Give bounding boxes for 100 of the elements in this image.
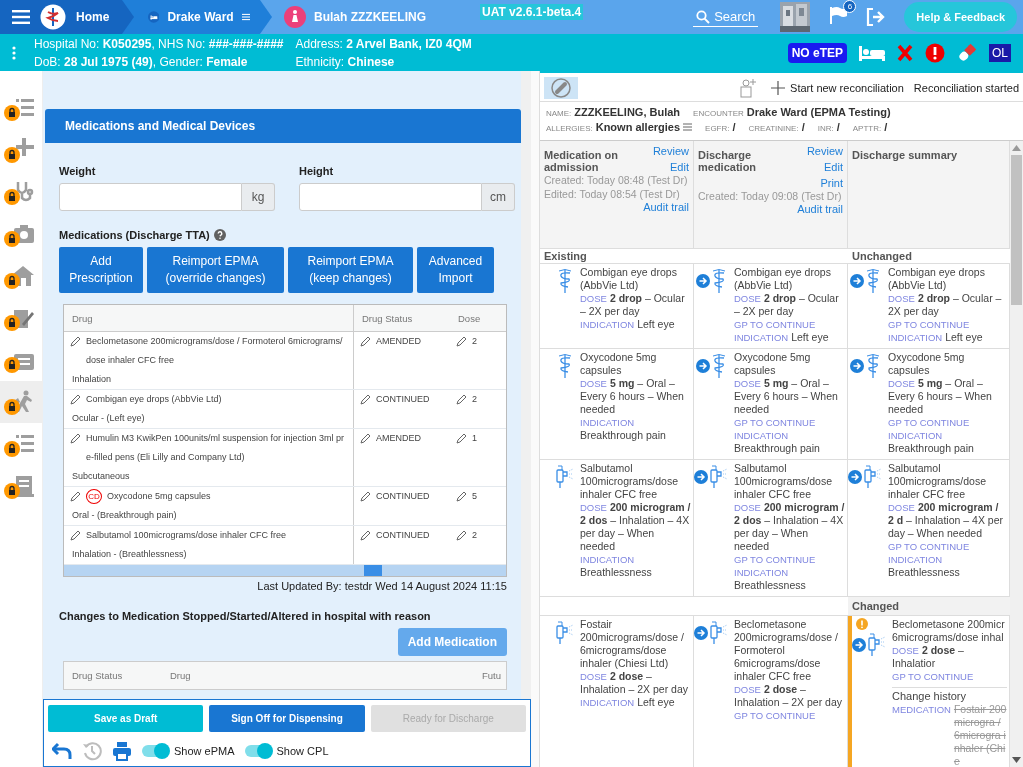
pill-icon[interactable] bbox=[957, 42, 977, 63]
caduceus-icon bbox=[556, 268, 574, 294]
medication-card[interactable]: Salbutamol 100micrograms/dose inhaler CFC free DOSE 200 microgram / 2 dos – Inhalation – 4X per day – When needed GP TO CONTINUE INDICATION Breathlessness bbox=[694, 460, 848, 597]
female-icon bbox=[284, 6, 306, 28]
medication-card[interactable]: Combigan eye drops (AbbVie Ltd) DOSE 2 drop – Ocular – 2X per day GP TO CONTINUE INDICATION Left eye bbox=[694, 264, 848, 349]
menu-icon[interactable] bbox=[12, 10, 30, 24]
medication-card[interactable]: Combigan eye drops (AbbVie Ltd) DOSE 2 drop – Ocular – 2X per day INDICATION Left eye bbox=[540, 264, 694, 349]
pencil-icon[interactable] bbox=[456, 433, 467, 444]
pencil-icon[interactable] bbox=[70, 530, 81, 541]
pencil-icon[interactable] bbox=[456, 336, 467, 347]
pencil-icon[interactable] bbox=[456, 530, 467, 541]
ol-badge[interactable]: OL bbox=[989, 43, 1011, 62]
panel-link[interactable]: Review bbox=[652, 145, 689, 157]
add-medication-button[interactable]: Add Medication bbox=[397, 628, 507, 656]
medication-detail: INDICATION Breakthrough pain bbox=[580, 416, 667, 442]
inhaler-icon bbox=[708, 620, 728, 646]
pencil-icon[interactable] bbox=[360, 530, 371, 541]
audit-info: Edited: Today 08:54 (Test Dr) bbox=[544, 188, 681, 201]
drug-route: Inhalation bbox=[71, 373, 113, 386]
drug-dose: 5 bbox=[472, 490, 477, 503]
caduceus-icon bbox=[556, 353, 574, 379]
medication-tab[interactable] bbox=[544, 77, 578, 99]
inhaler-icon bbox=[866, 632, 886, 658]
undo-icon[interactable] bbox=[52, 742, 72, 760]
input-field[interactable] bbox=[299, 183, 482, 211]
field-label: Weight bbox=[59, 165, 97, 177]
footer-button[interactable]: Sign Off for Dispensing bbox=[209, 705, 365, 732]
ward-breadcrumb[interactable]: Drake Ward bbox=[122, 0, 272, 34]
help-icon[interactable] bbox=[213, 229, 226, 241]
medication-detail: INDICATION Left eye bbox=[580, 696, 676, 709]
field-label: Height bbox=[299, 165, 335, 177]
scroll-down-icon[interactable] bbox=[1012, 757, 1021, 763]
pencil-icon[interactable] bbox=[456, 394, 467, 405]
panel-link[interactable]: Edit bbox=[670, 161, 689, 173]
medication-detail: GP TO CONTINUE bbox=[734, 416, 817, 429]
alert-icon[interactable] bbox=[925, 42, 945, 63]
audit-trail-link[interactable]: Audit trail bbox=[643, 201, 689, 213]
medication-card[interactable]: Oxycodone 5mg capsules DOSE 5 mg – Oral – Every 6 hours – When needed GP TO CONTINUE INDICATION Breakthrough pain bbox=[848, 349, 1010, 460]
field-label: APTTR: bbox=[852, 124, 882, 133]
etep-badge[interactable]: NO eTEP bbox=[787, 42, 847, 63]
lab-value: / bbox=[884, 121, 888, 133]
flag-icon[interactable] bbox=[828, 5, 849, 25]
pencil-icon[interactable] bbox=[70, 433, 81, 444]
medication-detail: GP TO CONTINUE bbox=[734, 318, 817, 331]
section-label: Medications (Discharge TTA) bbox=[59, 229, 210, 241]
input-field[interactable] bbox=[59, 183, 242, 211]
plus-icon bbox=[771, 81, 786, 95]
pencil-icon[interactable] bbox=[360, 433, 371, 444]
last-updated-text: Last Updated By: testdr Wed 14 August 2024 11:15 bbox=[256, 579, 508, 592]
medication-card[interactable]: Salbutamol 100micrograms/dose inhaler CFC free DOSE 200 microgram / 2 dos – Inhalation – 4X per day – When needed INDICATION Breathlessness bbox=[540, 460, 694, 597]
drug-dose: 1 bbox=[472, 432, 477, 445]
medication-card[interactable]: Beclometasone 200micr 6micrograms/dose inhal DOSE 2 dose – Inhalatior GP TO CONTINUE Change history MEDICATION Fostair 200microgra / 6microgra inhaler (Chie bbox=[848, 616, 1010, 767]
panel-title: Medication on admission bbox=[544, 149, 619, 173]
column-header: Drug bbox=[169, 670, 192, 681]
search-button[interactable]: Search bbox=[693, 7, 759, 27]
drug-status: AMENDED bbox=[376, 432, 421, 445]
scrollbar[interactable] bbox=[64, 565, 506, 576]
pencil-icon[interactable] bbox=[70, 336, 81, 347]
pencil-icon[interactable] bbox=[360, 336, 371, 347]
medication-name: Fostair 200micrograms/dose / 6micrograms/dose inhaler (Chiesi Ltd) bbox=[580, 618, 685, 670]
pencil-icon[interactable] bbox=[360, 491, 371, 502]
action-button[interactable]: Reimport EPMA (keep changes) bbox=[288, 247, 413, 293]
medication-detail: DOSE 2 dose – Inhalation – 2X per day bbox=[580, 670, 689, 696]
toggle-switch[interactable] bbox=[244, 745, 271, 757]
panel-link[interactable]: Edit bbox=[824, 161, 843, 173]
audit-trail-link[interactable]: Audit trail bbox=[797, 203, 843, 215]
toggle-switch[interactable] bbox=[142, 745, 168, 757]
medication-card[interactable]: Salbutamol 100micrograms/dose inhaler CFC free DOSE 200 microgram / 2 d – Inhalation – 4X per day – When needed GP TO CONTINUE INDICATION Breathlessness bbox=[848, 460, 1010, 597]
inhaler-icon bbox=[708, 464, 728, 490]
action-button[interactable]: Add Prescription bbox=[59, 247, 143, 293]
scrollbar-thumb[interactable] bbox=[1011, 155, 1022, 305]
group-heading: Changed bbox=[848, 597, 1010, 615]
medication-card[interactable]: Beclometasone 200micrograms/dose / Formoterol 6micrograms/dose inhaler CFC free DOSE 2 dose – Inhalation – 2X per day GP TO CONTINUE bbox=[694, 616, 848, 767]
drug-dose: 2 bbox=[472, 393, 477, 406]
panel-link[interactable]: Review bbox=[806, 145, 843, 157]
new-reconciliation-button[interactable]: Start new reconciliation bbox=[767, 81, 908, 95]
pencil-icon[interactable] bbox=[360, 394, 371, 405]
menu-icon[interactable] bbox=[241, 11, 250, 23]
panel-link[interactable]: Print bbox=[820, 177, 843, 189]
action-button[interactable]: Advanced Import bbox=[417, 247, 494, 293]
medication-name: Beclometasone 200micrograms/dose / Formoterol 6micrograms/dose inhaler CFC free bbox=[734, 618, 839, 683]
pencil-icon[interactable] bbox=[456, 491, 467, 502]
scrollbar[interactable] bbox=[1010, 141, 1023, 767]
action-button[interactable]: Reimport EPMA (override changes) bbox=[147, 247, 284, 293]
change-history-title: Change history bbox=[892, 690, 966, 702]
medication-card[interactable]: Combigan eye drops (AbbVie Ltd) DOSE 2 drop – Ocular – 2X per day GP TO CONTINUE INDICATION Left eye bbox=[848, 264, 1010, 349]
home-breadcrumb[interactable]: Home bbox=[0, 0, 134, 34]
patient-detail: DoB: 28 Jul 1975 (49), Gender: Female bbox=[34, 54, 249, 69]
pencil-icon[interactable] bbox=[70, 491, 81, 502]
pencil-icon[interactable] bbox=[70, 394, 81, 405]
panel-title: Discharge summary bbox=[852, 149, 958, 161]
medication-card[interactable]: Oxycodone 5mg capsules DOSE 5 mg – Oral – Every 6 hours – When needed INDICATION Breakthrough pain bbox=[540, 349, 694, 460]
sidebar-item[interactable] bbox=[0, 381, 42, 423]
print-icon[interactable] bbox=[112, 741, 132, 761]
logout-icon[interactable] bbox=[866, 8, 887, 26]
medication-detail: GP TO CONTINUE bbox=[888, 540, 971, 553]
encounter-value: Drake Ward (EPMA Testing) bbox=[746, 106, 891, 118]
close-icon[interactable] bbox=[897, 43, 913, 62]
medication-card[interactable]: Oxycodone 5mg capsules DOSE 5 mg – Oral – Every 6 hours – When needed GP TO CONTINUE INDICATION Breakthrough pain bbox=[694, 349, 848, 460]
drug-route: Oral - (Breakthrough pain) bbox=[71, 509, 178, 522]
